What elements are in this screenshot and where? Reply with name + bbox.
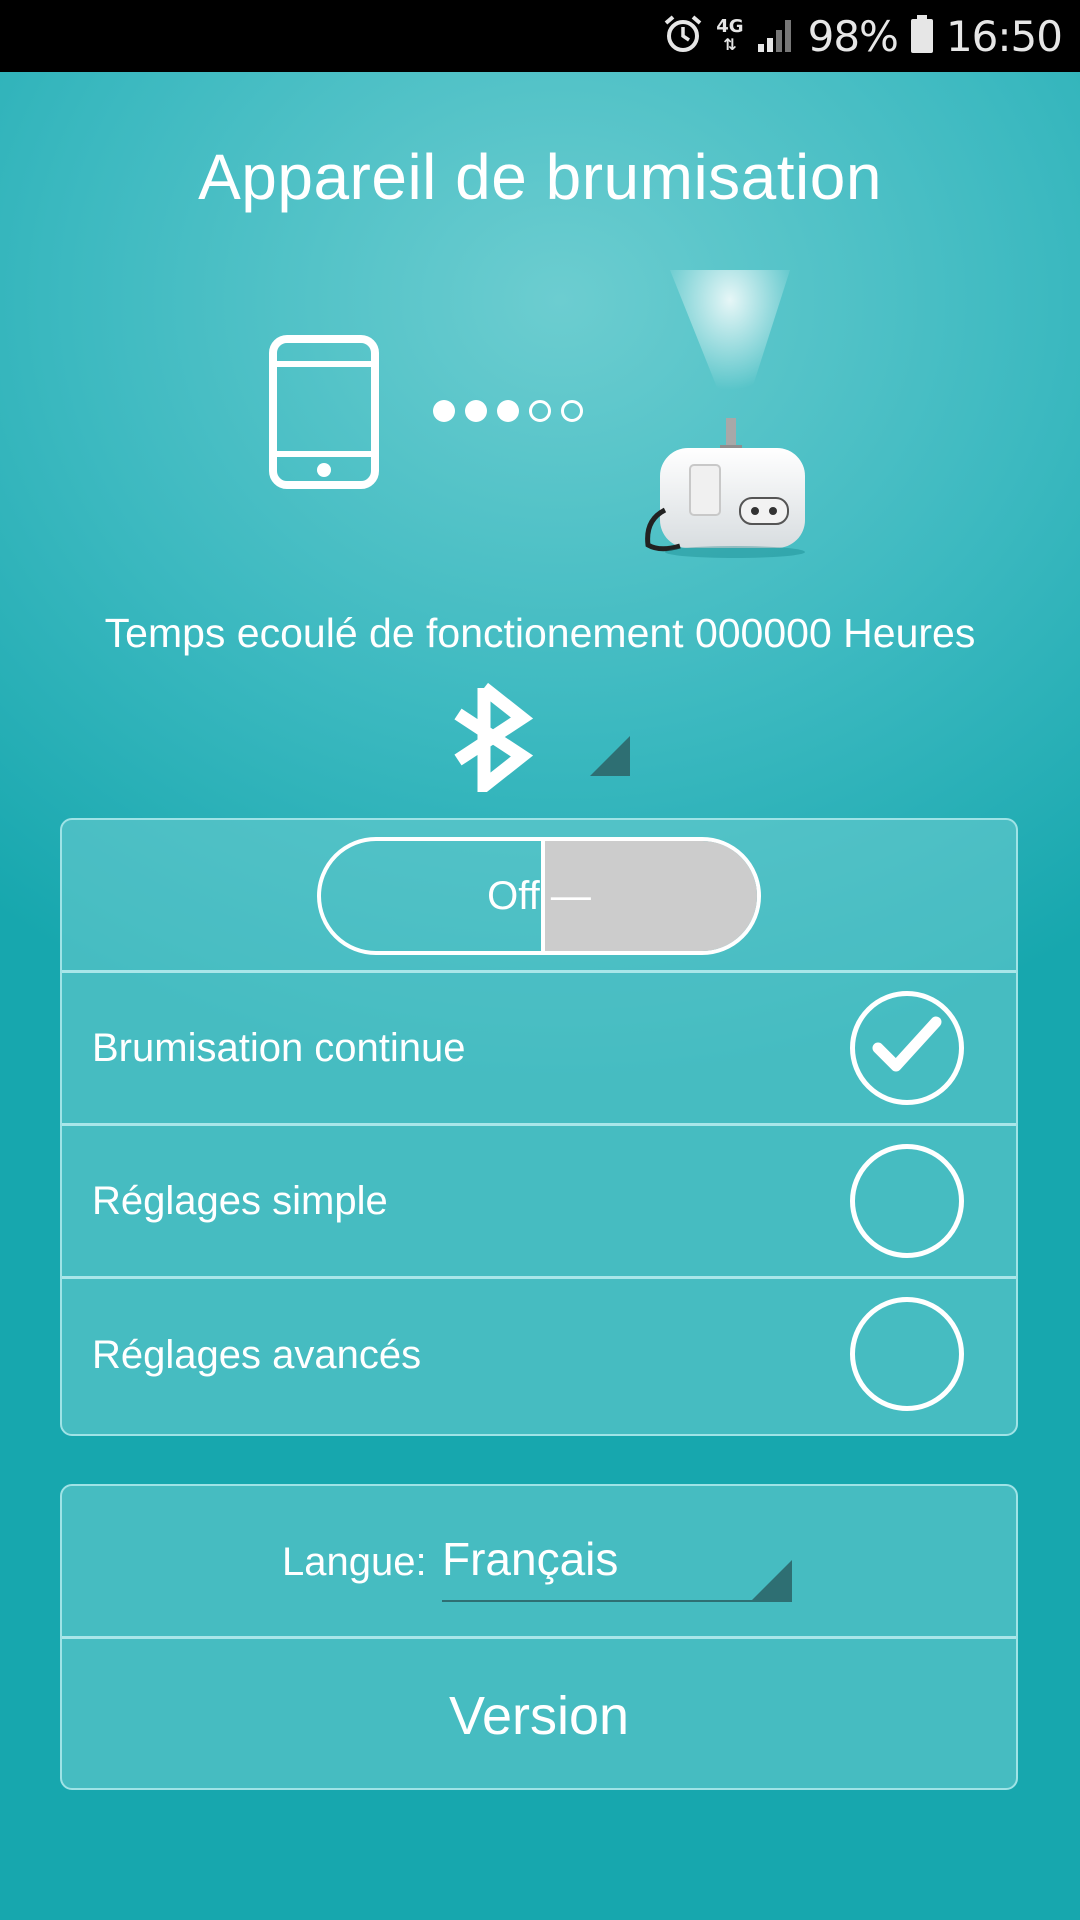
phone-icon [268,334,380,495]
mode-option-advanced[interactable]: Réglages avancés [62,1279,1016,1432]
progress-dot [433,400,455,422]
control-panel: Off — Brumisation continue Réglages simp… [60,818,1018,1436]
settings-panel: Langue: Français Version [60,1484,1018,1790]
version-button[interactable]: Version [62,1639,1016,1788]
language-select[interactable]: Français [442,1532,792,1602]
version-row[interactable]: Version [62,1639,1016,1788]
clock: 16:50 [945,11,1063,61]
language-value: Français [442,1533,619,1585]
network-type-label: 4G [716,16,744,37]
progress-dot [497,400,519,422]
language-label: Langue: [282,1540,427,1584]
mode-radio-continuous[interactable] [850,991,964,1105]
mode-label: Brumisation continue [92,1025,466,1070]
progress-dot [529,400,551,422]
alarm-icon [662,13,704,59]
app-screen: 4G ⇅ 98% 16:50 Appareil de brumisation T… [0,0,1080,1920]
mode-radio-advanced[interactable] [850,1297,964,1411]
page-title: Appareil de brumisation [198,141,882,213]
dropdown-arrow-icon [752,1560,792,1600]
mode-radio-simple[interactable] [850,1144,964,1258]
progress-dot [465,400,487,422]
checkmark-icon [872,1016,942,1081]
progress-dot [561,400,583,422]
bluetooth-dropdown-indicator[interactable] [590,736,630,776]
status-bar: 4G ⇅ 98% 16:50 [0,0,1080,72]
language-row: Langue: Français [62,1486,1016,1639]
status-icons: 4G ⇅ 98% 16:50 [662,0,1063,72]
mode-label: Réglages simple [92,1178,388,1223]
toggle-label: Off — [487,873,591,918]
battery-percent: 98% [807,11,899,61]
mode-option-continuous[interactable]: Brumisation continue [62,973,1016,1126]
misting-device-image [640,270,820,565]
network-icon: 4G ⇅ [716,16,744,54]
signal-icon [756,14,796,58]
mode-label: Réglages avancés [92,1333,422,1377]
power-toggle[interactable]: Off — [317,837,761,955]
bluetooth-icon[interactable] [446,682,538,800]
battery-icon [910,14,934,58]
mode-option-simple[interactable]: Réglages simple [62,1126,1016,1279]
connection-progress-dots [433,400,583,422]
runtime-hours-text: Temps ecoulé de fonctionement 000000 Heu… [104,610,976,656]
power-toggle-row: Off — [62,820,1016,973]
